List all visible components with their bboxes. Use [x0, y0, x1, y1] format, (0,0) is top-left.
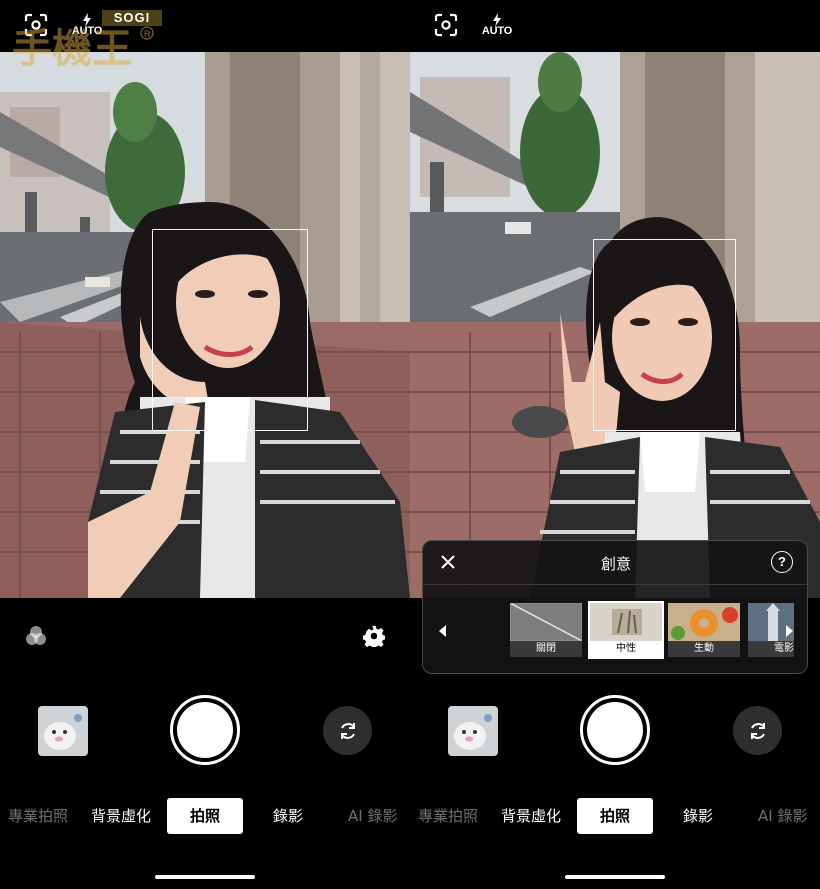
mode-bokeh[interactable]: 背景虛化	[91, 798, 155, 834]
gallery-thumbnail[interactable]	[448, 706, 498, 756]
face-focus-icon[interactable]	[434, 13, 458, 37]
scroll-right-arrow-icon[interactable]	[785, 623, 795, 637]
watermark-brand: SOGI	[102, 10, 162, 26]
home-indicator[interactable]	[565, 875, 665, 879]
filter-label: 生動	[668, 641, 740, 657]
filter-neutral-preview	[590, 603, 662, 641]
mode-video[interactable]: 錄影	[273, 798, 313, 834]
flash-auto-button[interactable]: AUTO	[480, 10, 514, 40]
mode-pro-photo[interactable]: 專業拍照	[418, 798, 482, 834]
mode-video[interactable]: 錄影	[683, 798, 723, 834]
filter-off[interactable]: 關閉	[510, 603, 582, 657]
mode-ai-video[interactable]: AI 錄影	[348, 798, 408, 834]
filter-neutral[interactable]: 中性	[588, 601, 664, 659]
mode-bokeh[interactable]: 背景虛化	[501, 798, 565, 834]
mode-selector: 專業拍照 背景虛化 拍照 錄影 AI 錄影	[0, 798, 410, 838]
face-detection-box	[152, 229, 308, 431]
mode-pro-photo[interactable]: 專業拍照	[8, 798, 72, 834]
flash-mode-label: AUTO	[481, 25, 513, 37]
mode-ai-video[interactable]: AI 錄影	[758, 798, 818, 834]
svg-text:手機王: 手機王	[12, 25, 132, 70]
shutter-inner	[587, 702, 643, 758]
top-bar: AUTO	[410, 0, 820, 52]
gallery-thumbnail[interactable]	[38, 706, 88, 756]
creative-panel-title: 創意	[600, 555, 631, 573]
home-indicator[interactable]	[155, 875, 255, 879]
camera-viewfinder[interactable]	[410, 52, 820, 598]
face-detection-box	[593, 239, 736, 431]
mode-selector: 專業拍照 背景虛化 拍照 錄影 AI 錄影	[410, 798, 820, 838]
camera-viewfinder[interactable]	[0, 52, 410, 598]
color-filters-icon[interactable]	[24, 624, 48, 648]
mode-photo[interactable]: 拍照	[577, 798, 653, 834]
filter-label: 中性	[590, 641, 662, 657]
camera-screen-right: AUTO 專業拍照 背景虛化 拍照 錄影 AI 錄影 創意 ? 關閉 中性 生動…	[410, 0, 820, 889]
watermark-logo: 手機王 R SOGI	[10, 8, 162, 74]
shutter-button[interactable]	[170, 695, 240, 765]
filter-label: 關閉	[510, 641, 582, 657]
filter-label: 電影	[748, 641, 794, 657]
camera-switch-icon[interactable]	[323, 706, 372, 755]
filter-vivid-preview	[668, 603, 740, 641]
svg-text:R: R	[144, 29, 151, 39]
scroll-left-arrow-icon[interactable]	[437, 623, 447, 637]
camera-switch-icon[interactable]	[733, 706, 782, 755]
creative-filter-panel: 創意 ? 關閉 中性 生動 電影	[422, 540, 808, 674]
camera-controls: 專業拍照 背景虛化 拍照 錄影 AI 錄影	[0, 598, 410, 889]
filter-off-preview	[510, 603, 582, 641]
mode-photo[interactable]: 拍照	[167, 798, 243, 834]
gear-icon[interactable]	[362, 624, 386, 648]
shutter-button[interactable]	[580, 695, 650, 765]
camera-screen-left: AUTO 手機王 R SOGI 專業拍照 背景虛化 拍照 錄影 AI 錄影	[0, 0, 410, 889]
divider	[423, 584, 807, 585]
filter-vivid[interactable]: 生動	[668, 603, 740, 657]
shutter-inner	[177, 702, 233, 758]
help-icon[interactable]: ?	[771, 551, 793, 573]
